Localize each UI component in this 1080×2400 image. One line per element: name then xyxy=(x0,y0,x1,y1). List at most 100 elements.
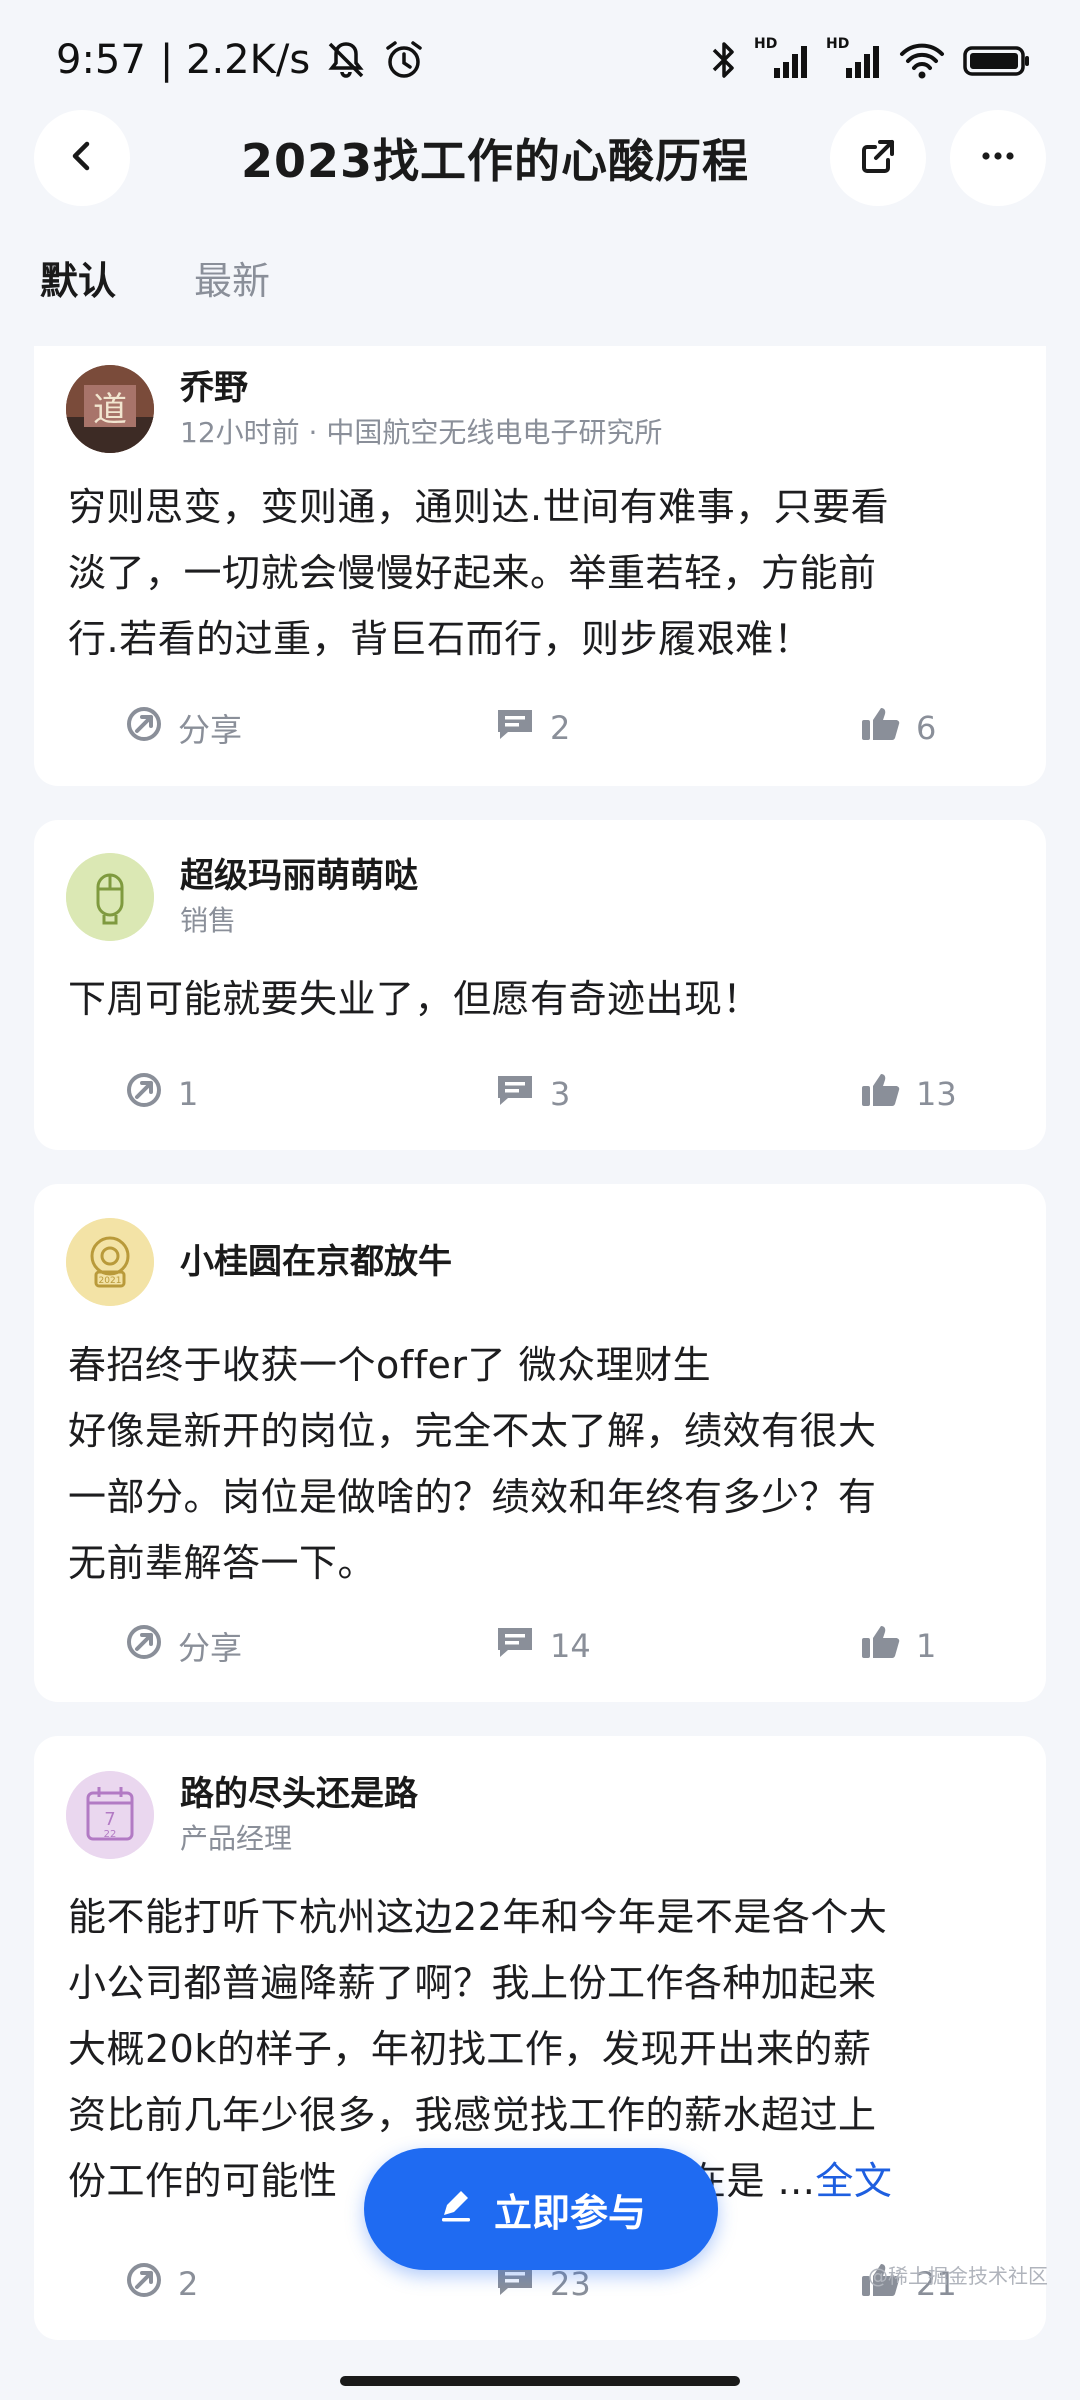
post-text-line: 一部分。岗位是做啥的？绩效和年终有多少？有 xyxy=(68,1475,877,1519)
avatar[interactable]: 道 xyxy=(66,365,154,453)
post-card[interactable]: 2021 小桂圆在京都放牛 春招终于收获一个offer了 微众理财生 好像是新开… xyxy=(34,1184,1046,1702)
post-header: 超级玛丽萌萌哒 销售 xyxy=(66,852,418,942)
read-more-link[interactable]: 全文 xyxy=(815,2159,892,2203)
share-action[interactable]: 分享 xyxy=(124,698,242,758)
join-discussion-label: 立即参与 xyxy=(493,2190,646,2235)
status-net-speed: | 2.2K/s xyxy=(159,37,311,83)
status-time: 9:57 xyxy=(56,37,146,83)
share-icon xyxy=(124,704,164,752)
bluetooth-icon xyxy=(710,38,738,82)
tab-default[interactable]: 默认 xyxy=(40,250,116,305)
status-left: 9:57 | 2.2K/s xyxy=(56,37,426,83)
post-meta: 销售 xyxy=(180,904,237,937)
post-text-line: 资比前几年少很多，我感觉找工作的薪水超过上 xyxy=(68,2093,877,2137)
comment-action[interactable]: 2 xyxy=(494,698,570,758)
user-info: 小桂圆在京都放牛 xyxy=(180,1238,452,1286)
join-discussion-button[interactable]: 立即参与 xyxy=(364,2148,718,2270)
calendar-day-bottom: 22 xyxy=(104,1829,117,1840)
post-text-line: 小公司都普遍降薪了啊？我上份工作各种加起来 xyxy=(68,1961,877,2005)
avatar[interactable]: 2021 xyxy=(66,1218,154,1306)
mute-icon xyxy=(324,38,368,82)
like-action[interactable]: 6 xyxy=(860,698,936,758)
avatar-glyph: 道 xyxy=(93,390,127,430)
post-header: 7 22 路的尽头还是路 产品经理 xyxy=(66,1770,418,1860)
post-header: 2021 小桂圆在京都放牛 xyxy=(66,1218,452,1306)
share-label: 分享 xyxy=(178,711,243,749)
avatar-badge-text: 2021 xyxy=(99,1276,122,1286)
share-action[interactable]: 1 xyxy=(124,1064,198,1124)
comment-icon xyxy=(494,1070,536,1118)
share-icon xyxy=(124,1070,164,1118)
user-info: 乔野 12小时前 · 中国航空无线电电子研究所 xyxy=(180,364,662,454)
comment-count: 3 xyxy=(550,1075,571,1113)
share-action[interactable]: 分享 xyxy=(124,1616,242,1676)
comment-action[interactable]: 3 xyxy=(494,1064,570,1124)
post-text-line: 无前辈解答一下。 xyxy=(68,1541,377,1585)
alarm-icon xyxy=(382,38,426,82)
tab-latest[interactable]: 最新 xyxy=(194,250,270,305)
share-icon xyxy=(124,1622,164,1670)
share-action[interactable]: 2 xyxy=(124,2254,198,2314)
home-indicator[interactable] xyxy=(340,2376,740,2386)
post-card[interactable]: 超级玛丽萌萌哒 销售 下周可能就要失业了，但愿有奇迹出现！ 1 3 13 xyxy=(34,820,1046,1150)
post-text-fragment-tail: 在是 ...全文 xyxy=(688,2148,892,2214)
signal-icon-1: HD xyxy=(754,36,810,82)
comment-action[interactable]: 14 xyxy=(494,1616,591,1676)
post-text-line: 淡了，一切就会慢慢好起来。举重若轻，方能前 xyxy=(68,551,877,595)
post-text-line: 春招终于收获一个offer了 微众理财生 xyxy=(68,1343,712,1387)
post-card[interactable]: 道 乔野 12小时前 · 中国航空无线电电子研究所 穷则思变，变则通，通则达.世… xyxy=(34,346,1046,786)
post-actions: 1 3 13 xyxy=(34,1064,1046,1124)
user-name[interactable]: 乔野 xyxy=(180,364,662,412)
like-action[interactable]: 13 xyxy=(860,1064,957,1124)
user-name[interactable]: 路的尽头还是路 xyxy=(180,1770,418,1818)
watermark: @稀土掘金技术社区 xyxy=(868,2264,1048,2288)
more-options-button[interactable] xyxy=(950,110,1046,206)
user-name[interactable]: 超级玛丽萌萌哒 xyxy=(180,852,418,900)
share-count: 1 xyxy=(178,1075,199,1113)
post-meta: 12小时前 · 中国航空无线电电子研究所 xyxy=(180,416,663,449)
pencil-icon xyxy=(436,2185,476,2234)
status-bar: 9:57 | 2.2K/s HD HD xyxy=(0,0,1080,120)
like-action[interactable]: 1 xyxy=(860,1616,936,1676)
post-text-line: 下周可能就要失业了，但愿有奇迹出现！ xyxy=(68,977,762,1021)
comment-icon xyxy=(494,704,536,752)
post-text-line: 能不能打听下杭州这边22年和今年是不是各个大 xyxy=(68,1895,888,1939)
comment-icon xyxy=(494,1622,536,1670)
page-title: 2023找工作的心酸历程 xyxy=(240,134,750,188)
signal-icon-2: HD xyxy=(826,36,882,82)
post-text-line: 好像是新开的岗位，完全不太了解，绩效有很大 xyxy=(68,1409,877,1453)
thumbs-up-icon xyxy=(860,1622,902,1670)
share-button[interactable] xyxy=(830,110,926,206)
post-actions: 分享 14 1 xyxy=(34,1616,1046,1676)
comment-count: 23 xyxy=(550,2265,591,2303)
user-name[interactable]: 小桂圆在京都放牛 xyxy=(180,1238,452,1286)
post-content[interactable]: 下周可能就要失业了，但愿有奇迹出现！ xyxy=(68,966,1006,1032)
hd-label: HD xyxy=(826,36,850,52)
user-info: 路的尽头还是路 产品经理 xyxy=(180,1770,418,1860)
user-info: 超级玛丽萌萌哒 销售 xyxy=(180,852,418,942)
chevron-left-icon xyxy=(62,136,102,180)
post-header: 道 乔野 12小时前 · 中国航空无线电电子研究所 xyxy=(66,364,662,454)
thumbs-up-icon xyxy=(860,704,902,752)
share-icon xyxy=(124,2260,164,2308)
post-meta: 产品经理 xyxy=(180,1822,293,1855)
wifi-icon xyxy=(898,38,946,82)
comment-count: 14 xyxy=(550,1627,591,1665)
comment-count: 2 xyxy=(550,709,571,747)
share-label: 分享 xyxy=(178,1629,243,1667)
like-count: 6 xyxy=(916,709,937,747)
back-button[interactable] xyxy=(34,110,130,206)
external-share-icon xyxy=(858,136,898,180)
thumbs-up-icon xyxy=(860,1070,902,1118)
avatar[interactable] xyxy=(66,853,154,941)
post-text-line: 大概20k的样子，年初找工作，发现开出来的薪 xyxy=(68,2027,872,2071)
post-text-line: 行.若看的过重，背巨石而行，则步履艰难！ xyxy=(68,617,813,661)
avatar[interactable]: 7 22 xyxy=(66,1771,154,1859)
like-count: 1 xyxy=(916,1627,937,1665)
sort-tabs: 默认 最新 xyxy=(40,250,270,305)
like-count: 13 xyxy=(916,1075,957,1113)
more-dots-icon xyxy=(978,136,1018,180)
status-right: HD HD xyxy=(710,36,1032,82)
post-content[interactable]: 春招终于收获一个offer了 微众理财生 好像是新开的岗位，完全不太了解，绩效有… xyxy=(68,1332,1006,1596)
post-content[interactable]: 穷则思变，变则通，通则达.世间有难事，只要看 淡了，一切就会慢慢好起来。举重若轻… xyxy=(68,474,1006,672)
